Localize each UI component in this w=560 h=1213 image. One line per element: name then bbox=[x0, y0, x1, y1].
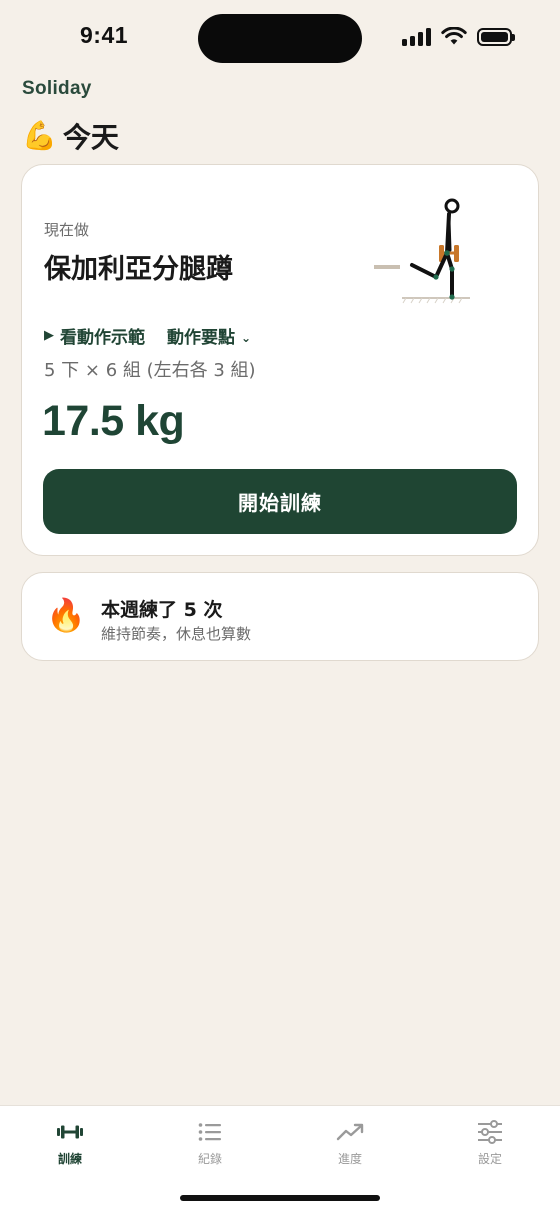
watch-demo-link[interactable]: ▶ 看動作示範 bbox=[44, 323, 145, 348]
trend-up-icon bbox=[335, 1120, 365, 1144]
tab-training-label: 訓練 bbox=[57, 1152, 82, 1166]
app-brand: Soliday bbox=[22, 78, 92, 99]
tab-settings[interactable]: 設定 bbox=[450, 1120, 530, 1167]
status-bar: 9:41 bbox=[0, 0, 560, 76]
chevron-down-icon: ⌄ bbox=[241, 330, 252, 345]
tab-progress-label: 進度 bbox=[337, 1152, 362, 1166]
wifi-icon bbox=[441, 27, 467, 45]
dumbbell-icon bbox=[55, 1120, 85, 1144]
tab-training[interactable]: 訓練 bbox=[30, 1120, 110, 1167]
form-tips-toggle[interactable]: 動作要點 ⌄ bbox=[167, 323, 251, 348]
split-squat-illustration-icon bbox=[374, 198, 470, 304]
home-indicator bbox=[180, 1195, 380, 1201]
play-icon: ▶ bbox=[44, 328, 54, 343]
today-screen: 9:41 Soliday 💪 今天 現在做 保加利亞分腿蹲 ▶ 看動作示範 動作… bbox=[0, 0, 560, 1213]
weekly-count-subtitle: 維持節奏，休息也算數 bbox=[101, 625, 252, 643]
tab-settings-label: 設定 bbox=[477, 1152, 502, 1166]
tab-records[interactable]: 紀錄 bbox=[170, 1120, 250, 1167]
fire-icon: 🔥 bbox=[46, 596, 86, 634]
tab-records-label: 紀錄 bbox=[197, 1152, 222, 1166]
flexed-biceps-icon: 💪 bbox=[22, 119, 57, 152]
start-workout-button[interactable]: 開始訓練 bbox=[43, 469, 517, 534]
sliders-icon bbox=[475, 1120, 505, 1144]
page-title-row: 💪 今天 bbox=[22, 116, 119, 156]
cellular-signal-icon bbox=[402, 27, 431, 46]
tab-progress[interactable]: 進度 bbox=[310, 1120, 390, 1167]
weekly-streak-card: 🔥 本週練了 5 次 維持節奏，休息也算數 bbox=[21, 572, 539, 661]
battery-icon bbox=[477, 27, 515, 46]
watch-demo-label: 看動作示範 bbox=[60, 328, 145, 348]
status-icons bbox=[402, 27, 515, 46]
list-icon bbox=[195, 1120, 225, 1144]
form-tips-label: 動作要點 bbox=[167, 328, 235, 348]
current-exercise-card: 現在做 保加利亞分腿蹲 ▶ 看動作示範 動作要點 ⌄ 5 下 × 6 組 (左右… bbox=[21, 164, 539, 556]
action-links: ▶ 看動作示範 動作要點 ⌄ bbox=[44, 323, 251, 348]
page-title: 今天 bbox=[62, 121, 119, 154]
dynamic-island bbox=[198, 14, 362, 63]
sets-reps-text: 5 下 × 6 組 (左右各 3 組) bbox=[44, 360, 256, 381]
status-time: 9:41 bbox=[80, 22, 129, 48]
weight-value: 17.5 kg bbox=[42, 397, 185, 445]
now-doing-label: 現在做 bbox=[44, 221, 90, 239]
exercise-name: 保加利亞分腿蹲 bbox=[44, 254, 233, 285]
weekly-count-title: 本週練了 5 次 bbox=[101, 599, 223, 621]
